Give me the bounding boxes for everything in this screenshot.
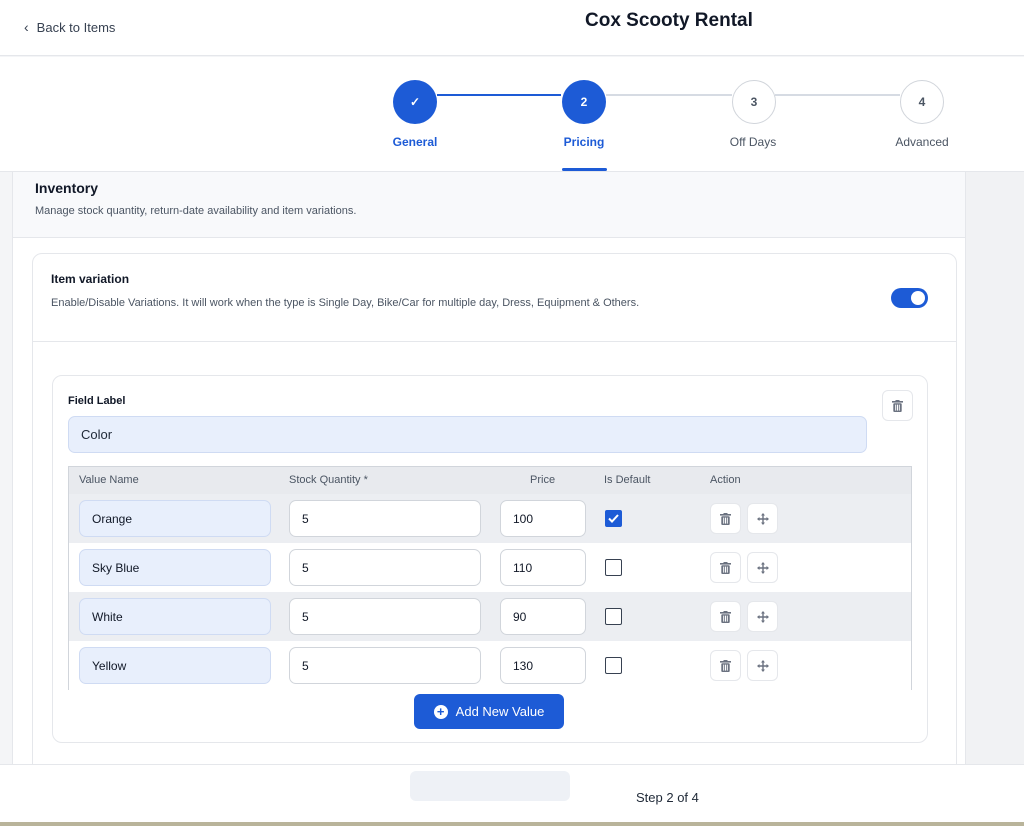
main-content: Inventory Manage stock quantity, return-…	[12, 172, 966, 764]
step-general-circle[interactable]: ✓	[393, 80, 437, 124]
move-icon	[756, 610, 769, 623]
section-title: Inventory	[35, 180, 99, 196]
step-off-days-label[interactable]: Off Days	[703, 135, 803, 149]
is-default-checkbox[interactable]	[605, 510, 622, 527]
top-bar: ‹ Back to Items Cox Scooty Rental	[0, 0, 1024, 56]
page-title: Cox Scooty Rental	[585, 10, 753, 31]
is-default-checkbox[interactable]	[605, 559, 622, 576]
column-header: Value Name	[79, 474, 139, 486]
add-new-value-label: Add New Value	[455, 704, 545, 719]
footer-bar: Step 2 of 4	[0, 764, 1024, 826]
value-name-input[interactable]: Yellow	[79, 647, 271, 684]
field-label-input[interactable]: Color	[68, 416, 867, 453]
trash-icon	[720, 659, 731, 672]
drag-row-handle[interactable]	[747, 650, 778, 681]
price-input[interactable]: 130	[500, 647, 586, 684]
active-step-indicator	[562, 168, 607, 171]
section-subtitle: Manage stock quantity, return-date avail…	[35, 205, 357, 217]
stepper: ✓ 2 3 4 General Pricing Off Days Advance…	[0, 57, 1024, 172]
step-counter: Step 2 of 4	[636, 790, 699, 805]
step-connector-3	[775, 94, 900, 96]
chevron-left-icon: ‹	[24, 19, 29, 35]
table-row: Yellow 5 130	[69, 641, 911, 690]
column-header: Price	[530, 474, 556, 486]
is-default-checkbox[interactable]	[605, 608, 622, 625]
drag-row-handle[interactable]	[747, 503, 778, 534]
step-number: 3	[750, 95, 758, 109]
stock-quantity-input[interactable]: 5	[289, 549, 481, 586]
stock-quantity-input[interactable]: 5	[289, 647, 481, 684]
step-connector-1	[437, 94, 561, 96]
right-gutter	[966, 172, 1024, 764]
trash-icon	[892, 399, 903, 412]
trash-icon	[720, 512, 731, 525]
variation-toggle[interactable]	[891, 288, 928, 308]
trash-icon	[720, 561, 731, 574]
step-pricing-circle[interactable]: 2	[562, 80, 606, 124]
step-number: 2	[580, 95, 588, 109]
table-row: Orange 5 100	[69, 494, 911, 543]
check-icon	[608, 514, 619, 523]
field-label-title: Field Label	[68, 395, 126, 407]
back-label: Back to Items	[36, 19, 116, 35]
inventory-header: Inventory Manage stock quantity, return-…	[13, 172, 965, 238]
add-new-value-button[interactable]: + Add New Value	[414, 694, 564, 729]
delete-row-button[interactable]	[710, 601, 741, 632]
step-off-days-circle[interactable]: 3	[732, 80, 776, 124]
move-icon	[756, 561, 769, 574]
column-header: Is Default	[604, 474, 651, 486]
check-icon: ✓	[409, 95, 421, 109]
step-number: 4	[918, 95, 926, 109]
trash-icon	[720, 610, 731, 623]
delete-row-button[interactable]	[710, 503, 741, 534]
value-name-input[interactable]: White	[79, 598, 271, 635]
toggle-knob	[911, 291, 925, 305]
table-header: Value Name Stock Quantity * Price Is Def…	[69, 467, 911, 494]
price-input[interactable]: 110	[500, 549, 586, 586]
plus-circle-icon: +	[433, 704, 448, 719]
item-variation-header: Item variation Enable/Disable Variations…	[33, 254, 956, 342]
variation-field-card: Field Label Color Value Name Stock Quant…	[52, 375, 928, 743]
item-variation-card: Item variation Enable/Disable Variations…	[32, 253, 957, 764]
drag-row-handle[interactable]	[747, 552, 778, 583]
value-name-input[interactable]: Sky Blue	[79, 549, 271, 586]
delete-row-button[interactable]	[710, 650, 741, 681]
item-variation-description: Enable/Disable Variations. It will work …	[51, 297, 640, 309]
drag-row-handle[interactable]	[747, 601, 778, 632]
column-header: Stock Quantity *	[289, 474, 368, 486]
step-pricing-label[interactable]: Pricing	[534, 135, 634, 149]
window-bottom-edge	[0, 822, 1024, 826]
back-to-items-link[interactable]: ‹ Back to Items	[24, 19, 115, 35]
item-variation-title: Item variation	[51, 272, 130, 286]
step-advanced-label[interactable]: Advanced	[872, 135, 972, 149]
delete-row-button[interactable]	[710, 552, 741, 583]
step-advanced-circle[interactable]: 4	[900, 80, 944, 124]
move-icon	[756, 659, 769, 672]
table-row: Sky Blue 5 110	[69, 543, 911, 592]
is-default-checkbox[interactable]	[605, 657, 622, 674]
value-name-input[interactable]: Orange	[79, 500, 271, 537]
step-connector-2	[606, 94, 732, 96]
price-input[interactable]: 100	[500, 500, 586, 537]
column-header: Action	[710, 474, 741, 486]
price-input[interactable]: 90	[500, 598, 586, 635]
footer-button-placeholder	[410, 771, 570, 801]
table-row: White 5 90	[69, 592, 911, 641]
stock-quantity-input[interactable]: 5	[289, 500, 481, 537]
move-icon	[756, 512, 769, 525]
variation-values-table: Value Name Stock Quantity * Price Is Def…	[68, 466, 912, 690]
stock-quantity-input[interactable]: 5	[289, 598, 481, 635]
delete-field-button[interactable]	[882, 390, 913, 421]
step-general-label[interactable]: General	[365, 135, 465, 149]
